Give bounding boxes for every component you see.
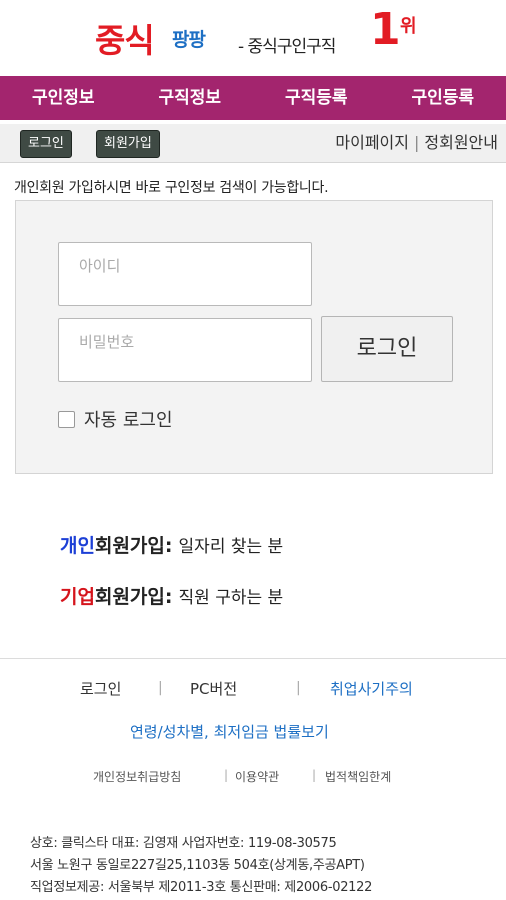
signup-notice: 개인회원 가입하시면 바로 구인정보 검색이 가능합니다. — [14, 180, 329, 196]
footer-law-link[interactable]: 연령/성차별, 최저임금 법률보기 — [130, 721, 329, 742]
password-placeholder: 비밀번호 — [79, 333, 135, 351]
footer-separator: | — [224, 768, 229, 782]
rank-suffix: 위 — [400, 16, 417, 37]
footer-fraud-warning-link[interactable]: 취업사기주의 — [330, 678, 413, 699]
company-signup-link[interactable]: 기업회원가입: 직원 구하는 분 — [60, 582, 283, 609]
password-input[interactable]: 비밀번호 — [58, 318, 312, 382]
nav-item-register-job[interactable]: 구인등록 — [380, 76, 506, 120]
site-logo[interactable]: 중식 팡팡 - 중식구인구직 1 위 — [0, 0, 506, 76]
company-signup-desc: 직원 구하는 분 — [178, 588, 284, 608]
footer-privacy-link[interactable]: 개인정보취급방침 — [93, 768, 181, 785]
footer-separator: | — [296, 680, 301, 696]
footer-separator: | — [158, 680, 163, 696]
auto-login-checkbox[interactable] — [58, 411, 75, 428]
personal-signup-label: 회원가입: — [94, 535, 173, 557]
signup-button[interactable]: 회원가입 — [96, 130, 160, 158]
nav-item-job-offers[interactable]: 구인정보 — [0, 76, 127, 120]
member-links: 마이페이지 | 정회원안내 — [335, 124, 498, 162]
personal-signup-link[interactable]: 개인회원가입: 일자리 찾는 분 — [60, 531, 283, 558]
personal-accent: 개인 — [60, 535, 95, 557]
footer-separator: | — [312, 768, 317, 782]
company-info-line: 직업정보제공: 서울북부 제2011-3호 통신판매: 제2006-02122 — [30, 880, 373, 895]
auto-login-option[interactable]: 자동 로그인 — [58, 406, 173, 432]
rank-number: 1 — [370, 4, 401, 55]
footer-divider — [0, 658, 506, 659]
nav-item-job-seekers[interactable]: 구직정보 — [127, 76, 254, 120]
company-signup-label: 회원가입: — [94, 586, 173, 608]
brand-tagline: - 중식구인구직 — [238, 37, 336, 57]
nav-item-register-resume[interactable]: 구직등록 — [253, 76, 380, 120]
company-info-line: 서울 노원구 동일로227길25,1103동 504호(상계동,주공APT) — [30, 858, 365, 873]
link-separator: | — [414, 133, 420, 152]
footer-login-link[interactable]: 로그인 — [80, 678, 121, 699]
company-info-line: 상호: 클릭스타 대표: 김영재 사업자번호: 119-08-30575 — [30, 836, 337, 851]
brand-name-sub: 팡팡 — [172, 29, 206, 51]
login-submit-button[interactable]: 로그인 — [321, 316, 453, 382]
footer-pc-version-link[interactable]: PC버전 — [190, 678, 237, 699]
mypage-link[interactable]: 마이페이지 — [335, 133, 409, 152]
brand-name-main: 중식 — [95, 21, 155, 60]
login-button[interactable]: 로그인 — [20, 130, 72, 158]
auto-login-label: 자동 로그인 — [84, 410, 173, 431]
username-placeholder: 아이디 — [79, 257, 121, 275]
personal-signup-desc: 일자리 찾는 분 — [178, 537, 284, 557]
login-form: 아이디 비밀번호 로그인 자동 로그인 — [15, 200, 493, 474]
company-accent: 기업 — [60, 586, 95, 608]
company-info: 상호: 클릭스타 대표: 김영재 사업자번호: 119-08-30575 서울 … — [30, 833, 372, 899]
footer-liability-link[interactable]: 법적책임한계 — [325, 768, 391, 785]
main-nav: 구인정보 구직정보 구직등록 구인등록 — [0, 76, 506, 120]
membership-info-link[interactable]: 정회원안내 — [424, 133, 498, 152]
member-bar: 로그인 회원가입 마이페이지 | 정회원안내 — [0, 124, 506, 163]
footer-terms-link[interactable]: 이용약관 — [235, 768, 279, 785]
username-input[interactable]: 아이디 — [58, 242, 312, 306]
